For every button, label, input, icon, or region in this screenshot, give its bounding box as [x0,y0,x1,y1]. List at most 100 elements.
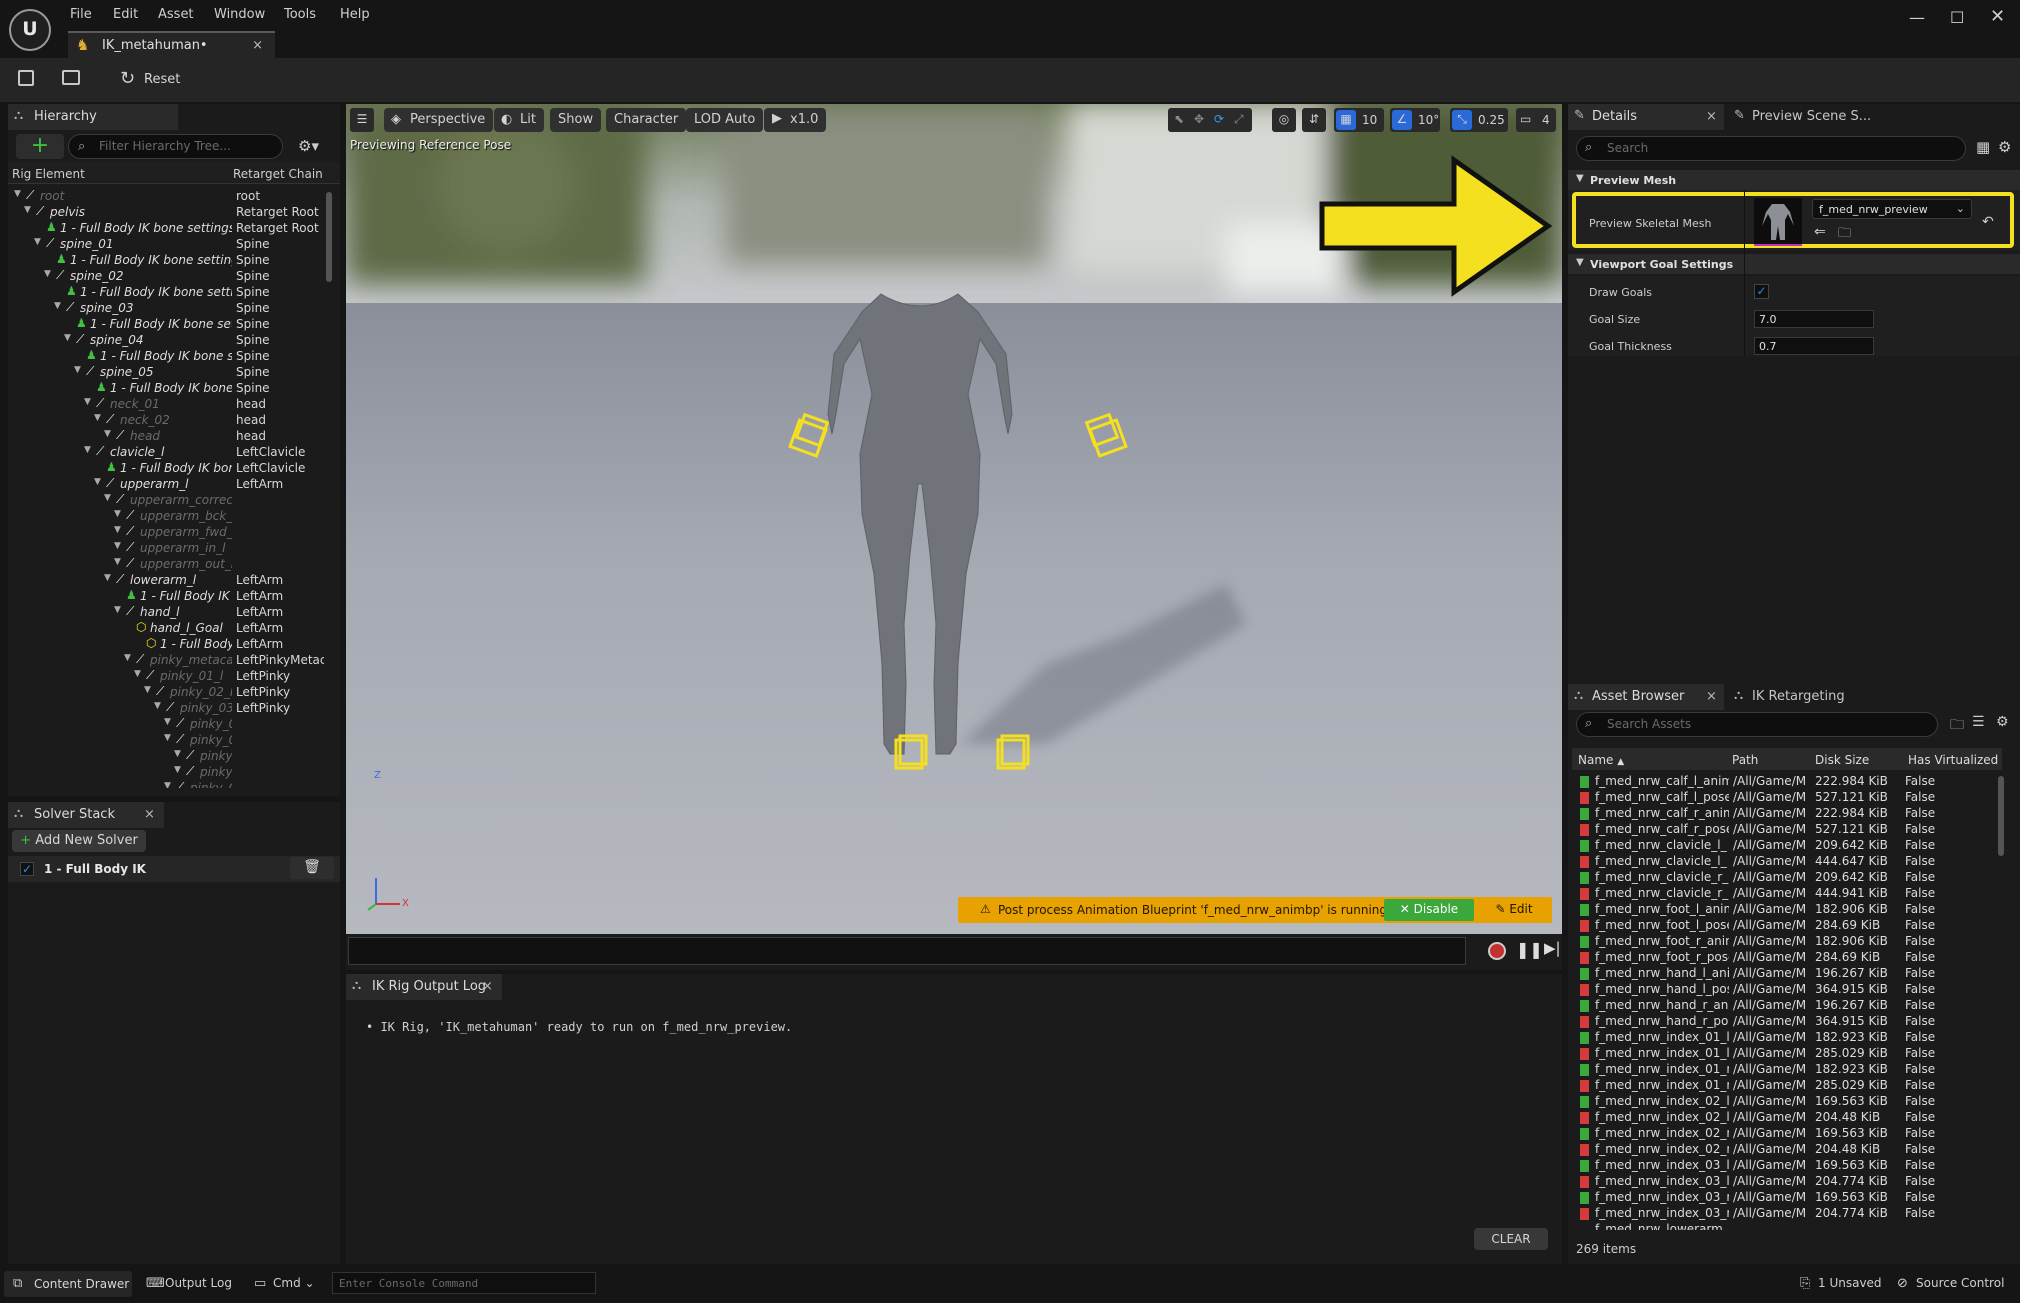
reset-button[interactable]: Reset [144,72,180,87]
expand-arrow-icon[interactable]: ▼ [164,717,171,727]
asset-row[interactable]: f_med_nrw_clavicle_l_ /All/Game/M 209.642 … [1577,838,1997,854]
hierarchy-row[interactable]: ⬡1 - Full Body IK bone settings LeftArm [8,636,324,652]
column-path[interactable]: Path [1732,753,1758,767]
asset-row[interactable]: f_med_nrw_foot_l_pose/All/Game/M 284.69 K… [1577,918,1997,934]
hierarchy-row[interactable]: ▼ ⟋ pinky_02_l LeftPinky [8,684,324,700]
hierarchy-row[interactable]: ▼ ⟋ pinky_06_l [8,748,324,764]
hierarchy-row[interactable]: ▼ ⟋ pinky_02 [8,780,324,788]
add-element-button[interactable]: + [16,134,64,159]
translate-icon[interactable]: ✥ [1194,112,1204,126]
character-button[interactable]: Character [606,108,687,132]
hierarchy-row[interactable]: ♟1 - Full Body IK bone settings Spine [8,380,324,396]
details-tab[interactable]: ✎ Details × [1568,104,1724,130]
world-space-icon[interactable]: ◎ [1272,108,1296,132]
column-has-virtualized[interactable]: Has Virtualized [1908,753,1998,767]
close-details-tab-icon[interactable]: × [1706,109,1717,124]
hierarchy-row[interactable]: ▼ ⟋ hand_l LeftArm [8,604,324,620]
hierarchy-row[interactable]: ♟ 1 - Full Body IK bone settings Retarget … [8,220,324,236]
hierarchy-row[interactable]: ▼ ⟋ pinky_01_l LeftPinky [8,668,324,684]
perspective-button[interactable]: ◈ Perspective [384,108,494,132]
hierarchy-row[interactable]: ▼ ⟋ spine_04 Spine [8,332,324,348]
asset-row[interactable]: f_med_nrw_hand_l_anim/All/Game/M 196.267 … [1577,966,1997,982]
source-control-button[interactable]: Source Control [1916,1276,2004,1290]
draw-goals-checkbox[interactable]: ✓ [1754,284,1769,299]
reset-to-default-icon[interactable]: ↶ [1982,214,1994,230]
asset-row[interactable]: f_med_nrw_clavicle_r_ /All/Game/M 209.642 … [1577,870,1997,886]
expand-arrow-icon[interactable]: ▼ [14,189,21,199]
asset-row[interactable]: f_med_nrw_index_02_l/All/Game/M 204.48 Ki… [1577,1110,1997,1126]
hierarchy-filter-input[interactable]: Filter Hierarchy Tree... [68,134,283,159]
hierarchy-row[interactable]: ▼ ⟋ lowerarm_l LeftArm [8,572,324,588]
playback-speed-button[interactable]: ▶ x1.0 [764,108,827,132]
mesh-thumbnail[interactable] [1754,198,1802,246]
expand-arrow-icon[interactable]: ▼ [154,701,161,711]
asset-row[interactable]: f_med_nrw_index_03_l/All/Game/M 169.563 K… [1577,1158,1997,1174]
viewport-menu-icon[interactable]: ☰ [350,108,374,132]
settings-gear-icon[interactable]: ⚙▾ [298,137,319,155]
menu-window[interactable]: Window [214,7,265,22]
timeline-scrubber[interactable] [348,937,1466,965]
asset-row[interactable]: f_med_nrw_foot_l_anim/All/Game/M 182.906 … [1577,902,1997,918]
hierarchy-row[interactable]: ♟1 - Full Body IK bone settings Spine [8,316,324,332]
expand-arrow-icon[interactable]: ▼ [114,605,121,615]
expand-arrow-icon[interactable]: ▼ [174,749,181,759]
details-settings-icon[interactable]: ⚙ [1998,138,2011,156]
solver-item[interactable]: ✓ 1 - Full Body IK 🗑 [8,856,340,882]
hierarchy-scrollbar[interactable] [326,192,332,282]
goal-thickness-input[interactable]: 0.7 [1754,337,1874,355]
expand-arrow-icon[interactable]: ▼ [114,509,121,519]
menu-edit[interactable]: Edit [113,7,138,22]
column-name[interactable]: Name ▲ [1578,753,1624,767]
output-log-icon[interactable]: ⌨ [146,1276,165,1291]
hierarchy-row[interactable]: ▼ ⟋ pinky_metacarpal_l LeftPinkyMetacarpal [8,652,324,668]
scale-icon[interactable]: ⤢ [1234,112,1244,127]
expand-arrow-icon[interactable]: ▼ [114,541,121,551]
asset-row[interactable]: f_med_nrw_foot_r_pose/All/Game/M 284.69 K… [1577,950,1997,966]
select-icon[interactable]: ⬉ [1174,112,1184,126]
asset-row[interactable]: f_med_nrw_index_03_l/All/Game/M 204.774 K… [1577,1174,1997,1190]
hierarchy-row[interactable]: ▼ ⟋ pelvis Retarget Root [8,204,324,220]
menu-file[interactable]: File [70,7,92,22]
hierarchy-row[interactable]: ▼ ⟋ root root [8,188,324,204]
output-log-button[interactable]: Output Log [165,1276,232,1290]
hierarchy-row[interactable]: ▼ ⟋ upperarm_fwd_l [8,524,324,540]
hierarchy-row[interactable]: ♟1 - Full Body IK bone settings LeftClavi… [8,460,324,476]
browse-icon[interactable] [62,70,80,85]
expand-arrow-icon[interactable]: ▼ [34,237,41,247]
unreal-logo-icon[interactable]: U [9,9,51,51]
asset-scrollbar[interactable] [1998,776,2004,856]
hierarchy-tab[interactable]: ⛬ Hierarchy [8,104,178,130]
reset-icon[interactable]: ↻ [120,68,135,89]
preview-scene-tab[interactable]: ✎ Preview Scene S... [1728,104,1888,130]
asset-row[interactable]: f_med_nrw_calf_r_pose/All/Game/M 527.121 … [1577,822,1997,838]
hierarchy-row[interactable]: ▼ ⟋ pinky_03_l LeftPinky [8,700,324,716]
expand-arrow-icon[interactable]: ▼ [64,333,71,343]
hierarchy-row[interactable]: ▼ ⟋ upperarm_l LeftArm [8,476,324,492]
hierarchy-row[interactable]: ▼ ⟋ pinky_07_l [8,764,324,780]
asset-row[interactable]: f_med_nrw_index_02_l/All/Game/M 169.563 K… [1577,1094,1997,1110]
clear-log-button[interactable]: CLEAR [1474,1228,1548,1250]
preview-mesh-dropdown[interactable]: f_med_nrw_preview ⌄ [1812,199,1972,219]
record-icon[interactable] [1488,942,1506,960]
expand-arrow-icon[interactable]: ▼ [114,557,121,567]
solver-stack-tab[interactable]: ⛬ Solver Stack × [8,802,164,828]
maximize-icon[interactable]: ☐ [1950,8,1964,27]
hierarchy-row[interactable]: ▼ ⟋ neck_02 head [8,412,324,428]
camera-speed-button[interactable]: ▭ 4 [1516,108,1556,132]
delete-solver-trash-icon[interactable]: 🗑 [290,857,334,879]
table-view-icon[interactable]: ▦ [1976,138,1990,156]
content-drawer-button[interactable]: ⧉ Content Drawer [4,1271,132,1297]
hierarchy-row[interactable]: ▼ ⟋ upperarm_in_l [8,540,324,556]
expand-arrow-icon[interactable]: ▼ [74,365,81,375]
hierarchy-row[interactable]: ▼ ⟋ head head [8,428,324,444]
hierarchy-row[interactable]: ▼ ⟋ upperarm_out_l [8,556,324,572]
folder-icon[interactable]: 🗀 [1950,714,1964,738]
expand-arrow-icon[interactable]: ▼ [124,653,131,663]
asset-search-input[interactable]: Search Assets [1576,712,1938,737]
hierarchy-row[interactable]: ▼ ⟋ pinky_04_l [8,716,324,732]
expand-arrow-icon[interactable]: ▼ [144,685,151,695]
add-new-solver-button[interactable]: + Add New Solver [12,830,146,852]
asset-row[interactable]: f_med_nrw_index_02_r/All/Game/M 169.563 K… [1577,1126,1997,1142]
asset-row[interactable]: f_med_nrw_index_01_r/All/Game/M 285.029 K… [1577,1078,1997,1094]
asset-row[interactable]: f_med_nrw_index_01_l/All/Game/M 285.029 K… [1577,1046,1997,1062]
